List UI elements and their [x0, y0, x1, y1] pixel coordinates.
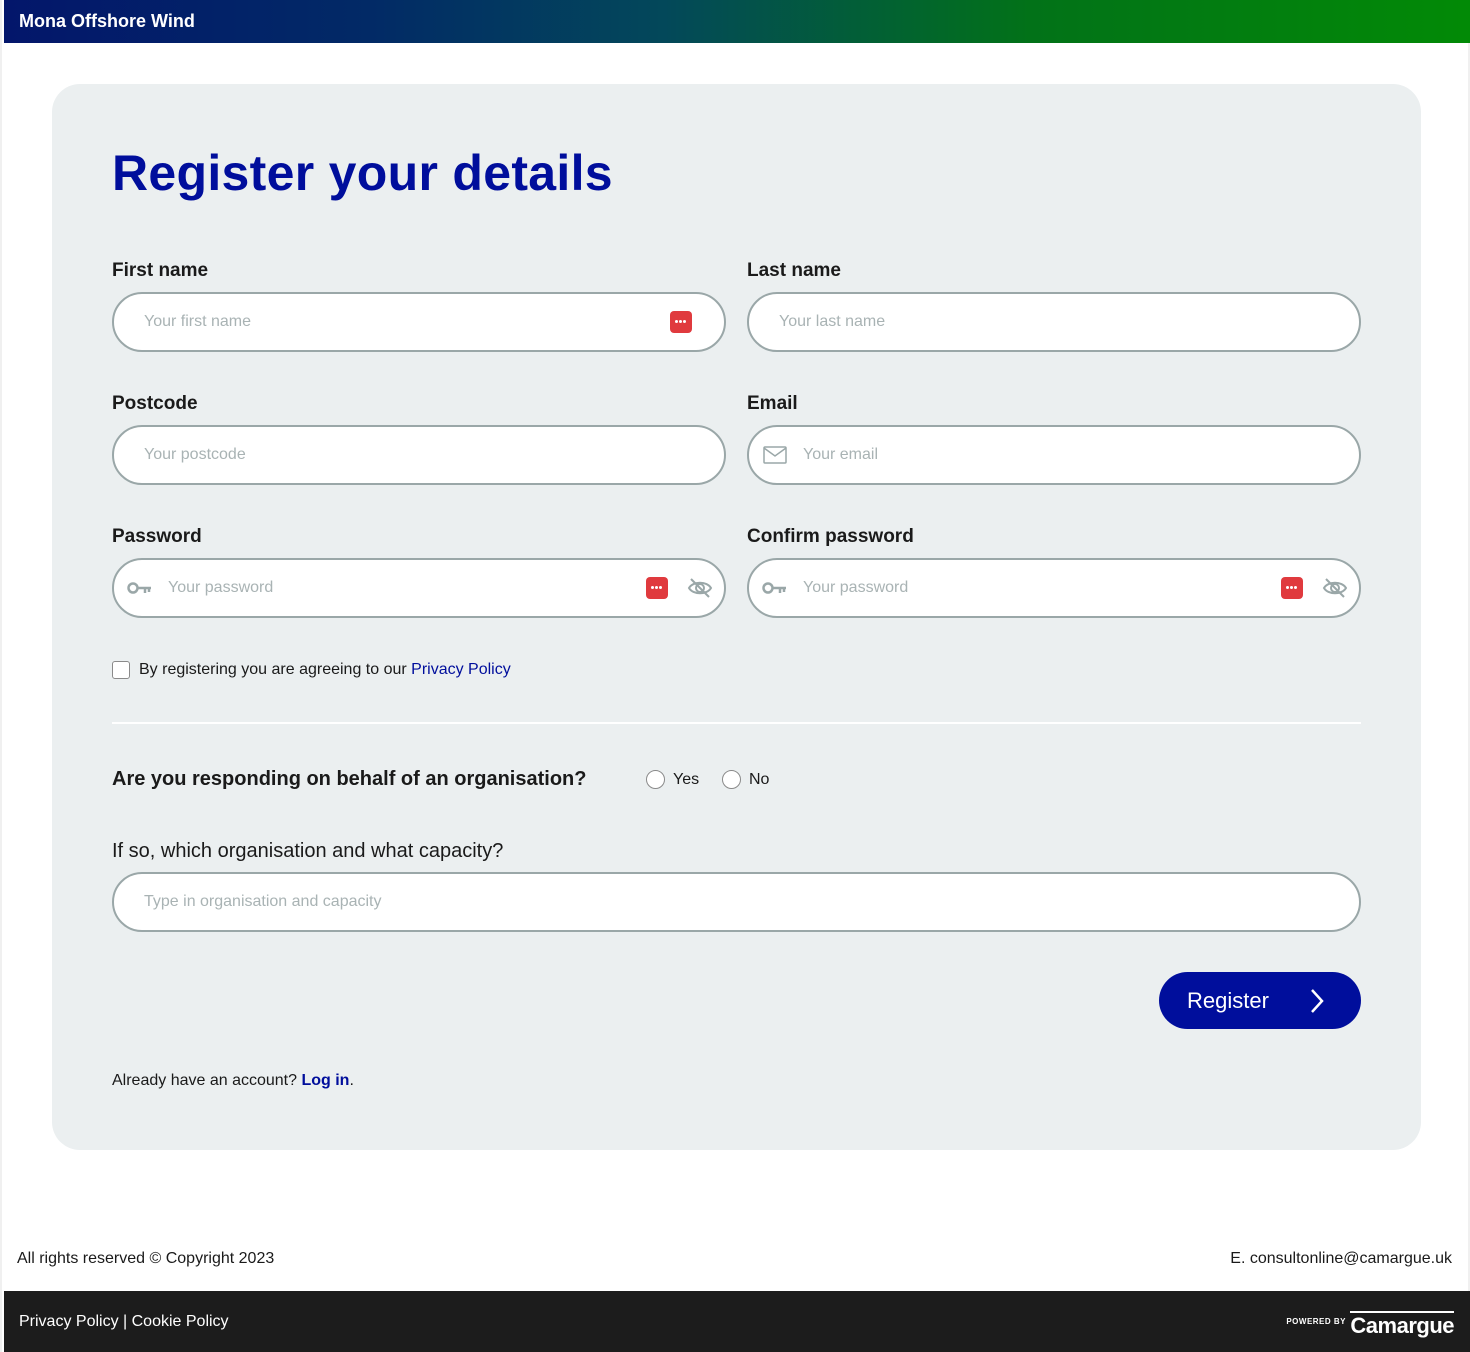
organisation-yes-label[interactable]: Yes	[673, 771, 699, 789]
email-field[interactable]	[747, 425, 1361, 485]
first-name-input[interactable]	[144, 294, 654, 350]
page-title: Register your details	[112, 145, 613, 201]
first-name-field[interactable]	[112, 292, 726, 352]
login-suffix: .	[349, 1072, 354, 1089]
form-divider	[112, 722, 1361, 724]
organisation-no-radio[interactable]	[722, 770, 741, 789]
footer-separator: |	[118, 1313, 132, 1330]
copyright-text: All rights reserved © Copyright 2023	[17, 1250, 275, 1267]
mail-icon	[763, 446, 787, 464]
login-link[interactable]: Log in	[301, 1072, 349, 1089]
eye-off-icon[interactable]	[1322, 576, 1348, 600]
eye-off-icon[interactable]	[687, 576, 713, 600]
footer-privacy-link[interactable]: Privacy Policy	[19, 1313, 119, 1330]
powered-by-label: POWERED BY	[1286, 1317, 1346, 1326]
password-manager-icon[interactable]	[1281, 577, 1303, 599]
register-button-label: Register	[1187, 988, 1269, 1013]
password-label: Password	[112, 526, 202, 547]
capacity-question: If so, which organisation and what capac…	[112, 840, 504, 862]
postcode-field[interactable]	[112, 425, 726, 485]
email-input[interactable]	[803, 427, 1343, 483]
privacy-agree-text: By registering you are agreeing to our P…	[139, 661, 511, 679]
registration-card: Register your details First name Last na…	[52, 84, 1421, 1150]
privacy-agree-label: By registering you are agreeing to our	[139, 661, 412, 678]
organisation-question: Are you responding on behalf of an organ…	[112, 768, 587, 790]
confirm-password-input[interactable]	[803, 560, 1263, 616]
password-field[interactable]	[112, 558, 726, 618]
site-header: Mona Offshore Wind	[4, 0, 1470, 43]
register-button[interactable]: Register	[1159, 972, 1361, 1029]
first-name-label: First name	[112, 260, 209, 281]
contact-email[interactable]: E. consultonline@camargue.uk	[1230, 1250, 1452, 1268]
key-icon	[762, 582, 786, 594]
camargue-logo[interactable]: Camargue	[1350, 1311, 1454, 1337]
last-name-label: Last name	[747, 260, 841, 281]
footer-links: Privacy Policy | Cookie Policy	[19, 1313, 229, 1331]
password-manager-icon[interactable]	[646, 577, 668, 599]
privacy-agree-checkbox[interactable]	[112, 661, 130, 679]
organisation-yes-radio[interactable]	[646, 770, 665, 789]
postcode-label: Postcode	[112, 393, 198, 414]
email-label: Email	[747, 393, 798, 414]
site-brand[interactable]: Mona Offshore Wind	[19, 11, 195, 32]
chevron-right-icon	[1311, 989, 1324, 1013]
postcode-input[interactable]	[144, 427, 704, 483]
confirm-password-label: Confirm password	[747, 526, 914, 547]
confirm-password-field[interactable]	[747, 558, 1361, 618]
password-input[interactable]	[168, 560, 628, 616]
organisation-no-label[interactable]: No	[749, 771, 769, 789]
password-manager-icon[interactable]	[670, 311, 692, 333]
login-prompt-text: Already have an account?	[112, 1072, 302, 1089]
capacity-input[interactable]	[144, 874, 1334, 930]
login-prompt: Already have an account? Log in.	[112, 1072, 354, 1090]
last-name-field[interactable]	[747, 292, 1361, 352]
key-icon	[127, 582, 151, 594]
capacity-field[interactable]	[112, 872, 1361, 932]
site-footer: Privacy Policy | Cookie Policy POWERED B…	[4, 1291, 1470, 1352]
footer-cookie-link[interactable]: Cookie Policy	[132, 1313, 229, 1330]
privacy-policy-link[interactable]: Privacy Policy	[411, 661, 511, 678]
last-name-input[interactable]	[779, 294, 1339, 350]
